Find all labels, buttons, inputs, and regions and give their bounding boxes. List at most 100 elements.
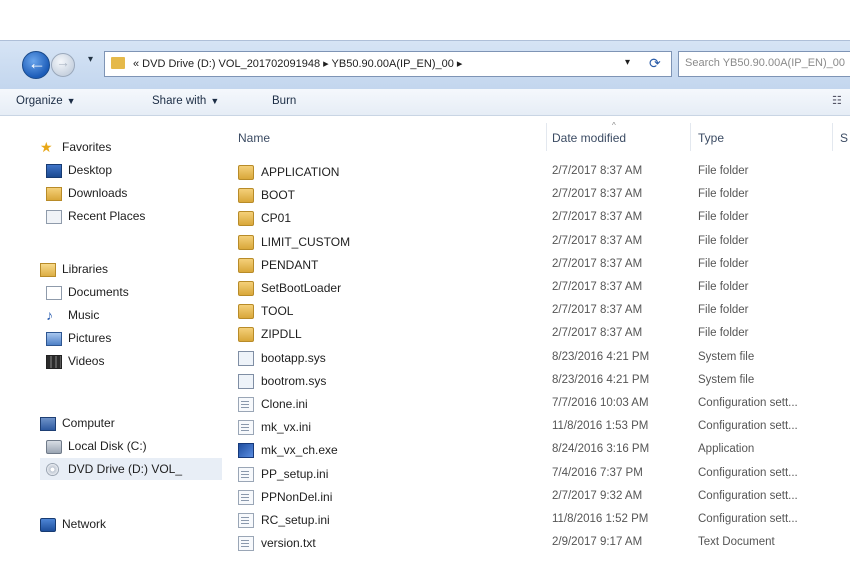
file-type: Configuration sett...: [698, 397, 798, 409]
file-date-modified: 11/8/2016 1:52 PM: [552, 513, 649, 525]
file-row[interactable]: bootapp.sys 8/23/2016 4:21 PM System file: [228, 347, 850, 370]
nav-item-pictures[interactable]: Pictures: [46, 327, 222, 349]
system-file-icon: [238, 350, 254, 366]
nav-item-label: Downloads: [68, 186, 128, 200]
file-row[interactable]: mk_vx.ini 11/8/2016 1:53 PM Configuration …: [228, 416, 850, 439]
file-row[interactable]: CP01 2/7/2017 8:37 AM File folder: [228, 207, 850, 230]
share-with-label: Share with: [152, 95, 207, 107]
folder-icon: [238, 304, 254, 320]
nav-network-label: Network: [62, 517, 107, 531]
file-row[interactable]: bootrom.sys 8/23/2016 4:21 PM System file: [228, 370, 850, 393]
nav-favorites[interactable]: ★ Favorites: [40, 136, 220, 158]
folder-icon: [238, 281, 254, 296]
column-header-type[interactable]: Type: [698, 131, 724, 145]
file-type: Configuration sett...: [698, 420, 798, 433]
nav-item-music[interactable]: ♪ Music: [46, 304, 222, 326]
file-name: PPNonDel.ini: [261, 489, 333, 504]
file-name: LIMIT_CUSTOM: [261, 234, 351, 249]
title-bar: [0, 0, 850, 40]
file-row[interactable]: PP_setup.ini 7/4/2016 7:37 PM Configuratio…: [228, 463, 850, 486]
nav-item-dvd-drive[interactable]: DVD Drive (D:) VOL_: [40, 458, 222, 480]
config-file-icon: [238, 420, 254, 436]
nav-network[interactable]: Network: [40, 513, 220, 535]
forward-button[interactable]: [51, 53, 75, 77]
burn-button[interactable]: Burn: [272, 95, 296, 107]
organize-button[interactable]: Organize ▼: [16, 95, 76, 107]
file-type: File folder: [698, 304, 749, 317]
computer-icon: [40, 417, 56, 431]
file-name: mk_vx_ch.exe: [261, 443, 338, 458]
nav-computer[interactable]: Computer: [40, 412, 220, 434]
file-type: Text Document: [698, 536, 775, 549]
file-date-modified: 2/7/2017 8:37 AM: [552, 188, 643, 201]
folder-icon: [238, 257, 254, 273]
file-row[interactable]: PENDANT 2/7/2017 8:37 AM File folder: [228, 254, 850, 277]
music-icon: ♪: [46, 307, 53, 323]
column-header-date-modified[interactable]: Date modified: [552, 131, 626, 145]
nav-item-recent-places[interactable]: Recent Places: [46, 205, 222, 227]
file-row[interactable]: version.txt 2/9/2017 9:17 AM Text Document: [228, 532, 850, 555]
file-date-modified: 7/4/2016 7:37 PM: [552, 466, 643, 479]
folder-icon: [238, 327, 254, 343]
file-row[interactable]: APPLICATION 2/7/2017 8:37 AM File folder: [228, 161, 850, 184]
file-name: TOOL: [261, 304, 294, 319]
nav-item-label: DVD Drive (D:) VOL_: [68, 462, 183, 476]
nav-item-local-disk[interactable]: Local Disk (C:): [46, 435, 222, 457]
text-file-icon: [238, 536, 254, 552]
file-row[interactable]: mk_vx_ch.exe 8/24/2016 3:16 PM Application: [228, 439, 850, 462]
column-header-size[interactable]: S: [840, 131, 848, 145]
file-name: PP_setup.ini: [261, 466, 329, 481]
file-type: System file: [698, 350, 755, 363]
nav-favorites-label: Favorites: [62, 140, 112, 154]
change-view-icon[interactable]: ☷: [832, 94, 842, 107]
star-icon: ★: [40, 139, 53, 155]
sort-indicator-icon: ^: [612, 121, 616, 130]
navigation-pane: ★ Favorites Desktop Downloads Recent Pla…: [0, 116, 228, 583]
column-divider[interactable]: [690, 123, 691, 151]
nav-item-desktop[interactable]: Desktop: [46, 159, 222, 181]
column-header-name[interactable]: Name: [238, 131, 270, 145]
address-box[interactable]: « DVD Drive (D:) VOL_201702091948 ▸ YB50…: [104, 51, 672, 77]
nav-item-videos[interactable]: Videos: [46, 350, 222, 372]
back-button[interactable]: [22, 51, 50, 79]
folder-icon: [238, 165, 254, 180]
chevron-down-icon: ▼: [66, 96, 76, 106]
desktop-icon: [46, 164, 62, 178]
search-input[interactable]: Search YB50.90.00A(IP_EN)_00: [678, 51, 850, 77]
column-divider[interactable]: [832, 123, 833, 151]
file-row[interactable]: LIMIT_CUSTOM 2/7/2017 8:37 AM File folder: [228, 231, 850, 254]
file-type: Configuration sett...: [698, 466, 798, 479]
address-path[interactable]: « DVD Drive (D:) VOL_201702091948 ▸ YB50…: [133, 57, 462, 70]
file-row[interactable]: SetBootLoader 2/7/2017 8:37 AM File folder: [228, 277, 850, 300]
file-date-modified: 2/7/2017 8:37 AM: [552, 234, 643, 247]
nav-item-downloads[interactable]: Downloads: [46, 182, 222, 204]
file-row[interactable]: RC_setup.ini 11/8/2016 1:52 PM Configurati…: [228, 509, 850, 532]
address-dropdown-icon[interactable]: ▾: [625, 57, 630, 68]
file-row[interactable]: Clone.ini 7/7/2016 10:03 AM Configuration …: [228, 393, 850, 416]
file-date-modified: 2/7/2017 8:37 AM: [552, 165, 643, 177]
file-date-modified: 2/7/2017 8:37 AM: [552, 211, 643, 224]
file-row[interactable]: TOOL 2/7/2017 8:37 AM File folder: [228, 300, 850, 323]
folder-icon: [238, 234, 254, 250]
file-type: Application: [698, 443, 755, 456]
application-icon: [238, 443, 254, 459]
column-divider[interactable]: [546, 123, 547, 151]
folder-icon: [238, 188, 254, 204]
config-file-icon: [238, 466, 254, 482]
share-with-button[interactable]: Share with ▼: [152, 95, 219, 107]
nav-item-label: Recent Places: [68, 209, 146, 223]
file-row[interactable]: BOOT 2/7/2017 8:37 AM File folder: [228, 184, 850, 207]
recent-pages-dropdown-icon[interactable]: ▾: [88, 54, 93, 65]
file-date-modified: 8/24/2016 3:16 PM: [552, 443, 650, 456]
hard-disk-icon: [46, 440, 62, 454]
file-row[interactable]: PPNonDel.ini 2/7/2017 9:32 AM Configuratio…: [228, 486, 850, 509]
nav-libraries[interactable]: Libraries: [40, 258, 220, 280]
config-file-icon: [238, 513, 254, 528]
file-name: SetBootLoader: [261, 281, 342, 295]
network-icon: [40, 518, 56, 532]
file-row[interactable]: ZIPDLL 2/7/2017 8:37 AM File folder: [228, 323, 850, 346]
libraries-icon: [40, 263, 56, 277]
refresh-icon[interactable]: ⟳: [649, 55, 661, 72]
nav-item-documents[interactable]: Documents: [46, 281, 222, 303]
nav-libraries-label: Libraries: [62, 262, 109, 276]
